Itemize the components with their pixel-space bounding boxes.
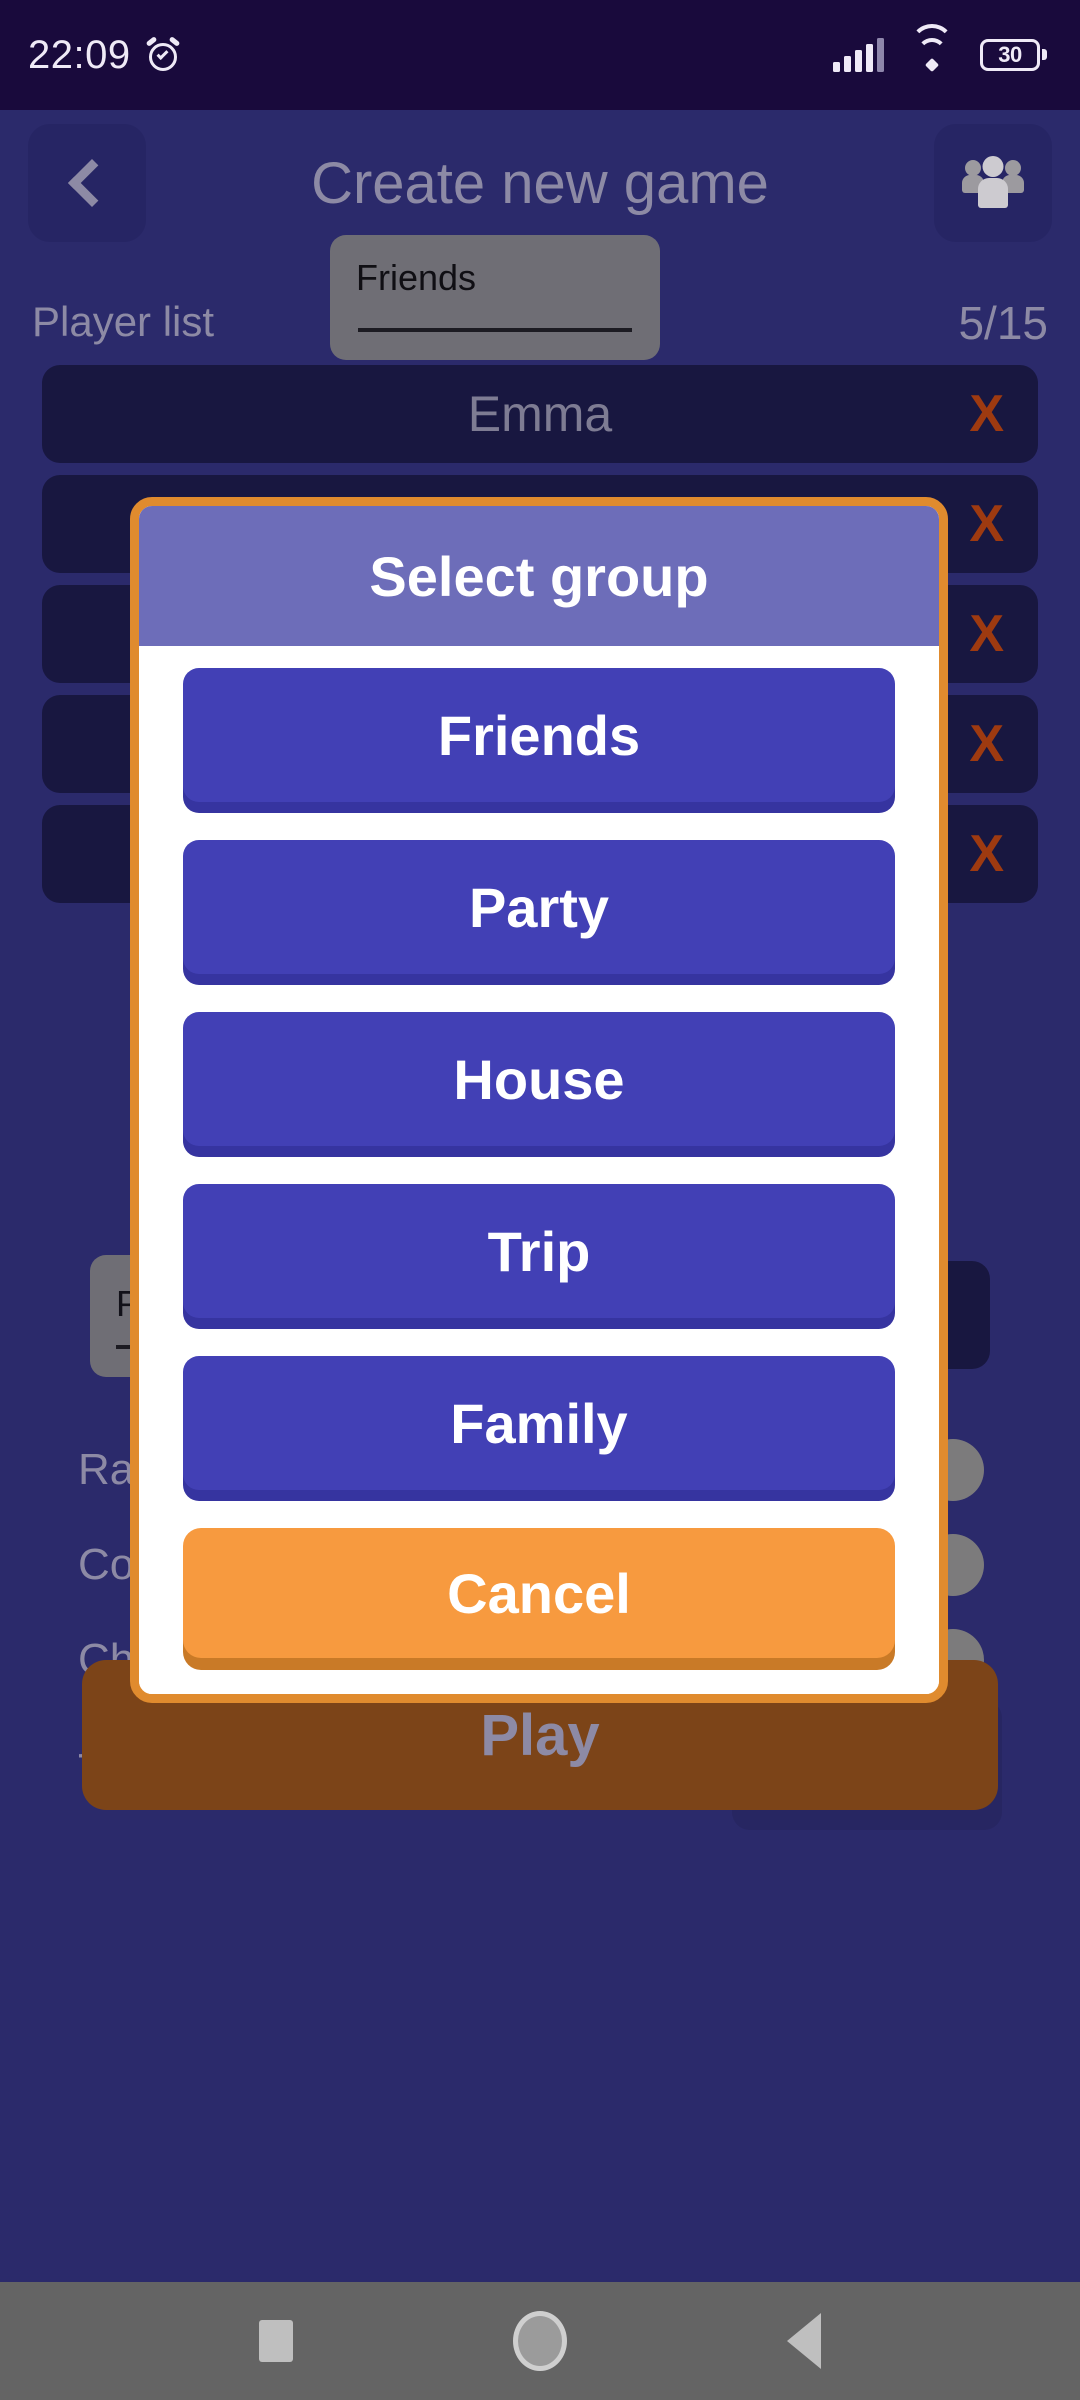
player-name: Emma: [467, 386, 613, 442]
group-option-trip[interactable]: Trip: [183, 1184, 895, 1318]
cancel-button[interactable]: Cancel: [183, 1528, 895, 1658]
group-option-party[interactable]: Party: [183, 840, 895, 974]
table-row[interactable]: Emma X: [42, 365, 1038, 463]
player-count-label: 5/15: [958, 297, 1048, 349]
dialog-title: Select group: [139, 506, 939, 646]
square-recents-icon[interactable]: [259, 2320, 293, 2362]
circle-home-icon[interactable]: [513, 2311, 567, 2371]
people-group-icon: [962, 156, 1024, 210]
status-bar-clock: 22:09: [28, 32, 131, 77]
phone-screen: 22:09 30 Create new game Player list Fri…: [0, 0, 1080, 2400]
alarm-clock-icon: [145, 36, 181, 73]
status-bar-left: 22:09: [28, 33, 181, 78]
triangle-back-icon[interactable]: [787, 2313, 821, 2369]
status-bar: 22:09 30: [0, 0, 1080, 110]
wifi-icon: [910, 24, 954, 73]
groups-button[interactable]: [934, 124, 1052, 242]
android-navigation-bar: [0, 2282, 1080, 2400]
remove-player-icon[interactable]: X: [969, 384, 1004, 444]
player-list-header: Player list Friends 5/15: [0, 235, 1080, 380]
dialog-footer: Cancel: [139, 1528, 939, 1694]
group-select-value: Friends: [356, 257, 477, 298]
remove-player-icon[interactable]: X: [969, 714, 1004, 774]
status-bar-right: 30: [833, 24, 1047, 73]
battery-icon: 30: [980, 38, 1047, 72]
group-option-family[interactable]: Family: [183, 1356, 895, 1490]
cellular-signal-icon: [833, 38, 884, 72]
remove-player-icon[interactable]: X: [969, 824, 1004, 884]
group-select-field[interactable]: Friends: [330, 235, 660, 360]
remove-player-icon[interactable]: X: [969, 604, 1004, 664]
battery-level-label: 30: [998, 42, 1022, 67]
group-option-house[interactable]: House: [183, 1012, 895, 1146]
group-option-friends[interactable]: Friends: [183, 668, 895, 802]
group-select-underline: [358, 328, 632, 332]
dialog-options-list: Friends Party House Trip Family: [139, 646, 939, 1490]
player-list-label: Player list: [32, 298, 215, 345]
remove-player-icon[interactable]: X: [969, 494, 1004, 554]
select-group-dialog: Select group Friends Party House Trip Fa…: [130, 497, 948, 1703]
